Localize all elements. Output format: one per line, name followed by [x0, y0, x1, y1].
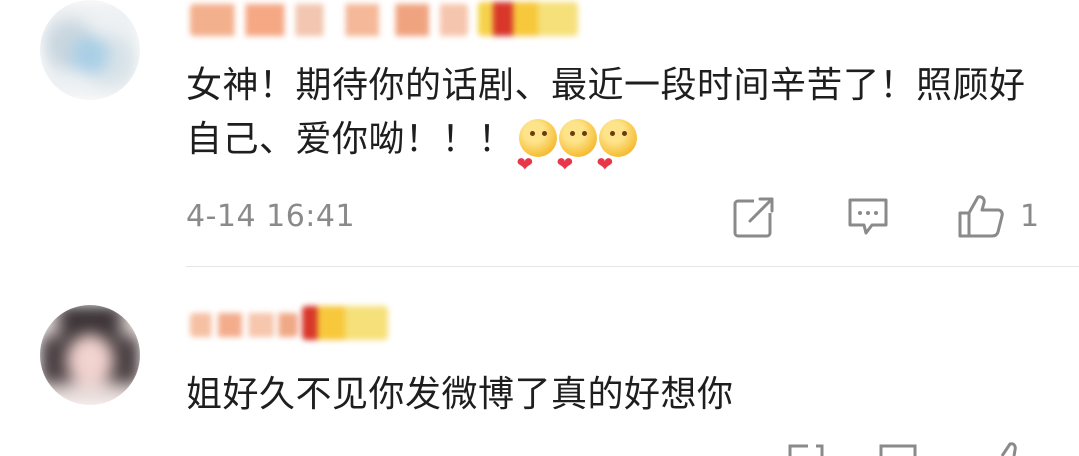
avatar[interactable] [40, 305, 140, 405]
comment-timestamp: 4-14 16:41 [186, 199, 356, 234]
heart-face-emoji-icon [517, 119, 557, 191]
comment-icon[interactable] [846, 197, 890, 237]
thumbs-up-icon[interactable] [998, 442, 1028, 456]
username-blurred[interactable] [190, 313, 298, 337]
user-badge [302, 306, 388, 340]
share-icon[interactable] [732, 195, 776, 239]
comment-text: 女神！期待你的话剧、最近一段时间辛苦了！照顾好自己、爱你呦！！！ [186, 59, 1046, 191]
user-badge [478, 2, 578, 36]
comment-list: 女神！期待你的话剧、最近一段时间辛苦了！照顾好自己、爱你呦！！！ 4-14 16… [0, 0, 1079, 456]
like-count: 1 [1020, 199, 1040, 234]
thumbs-up-icon[interactable] [956, 193, 1006, 239]
divider [186, 266, 1079, 267]
comment-text: 姐好久不见你发微博了真的好想你 [186, 374, 734, 415]
heart-face-emoji-icon [557, 119, 597, 191]
share-icon[interactable] [786, 442, 826, 456]
comment-icon[interactable] [878, 442, 918, 456]
heart-face-emoji-icon [597, 119, 637, 191]
username-blurred[interactable] [190, 4, 468, 36]
avatar[interactable] [40, 0, 140, 100]
emoji-group [517, 119, 637, 191]
